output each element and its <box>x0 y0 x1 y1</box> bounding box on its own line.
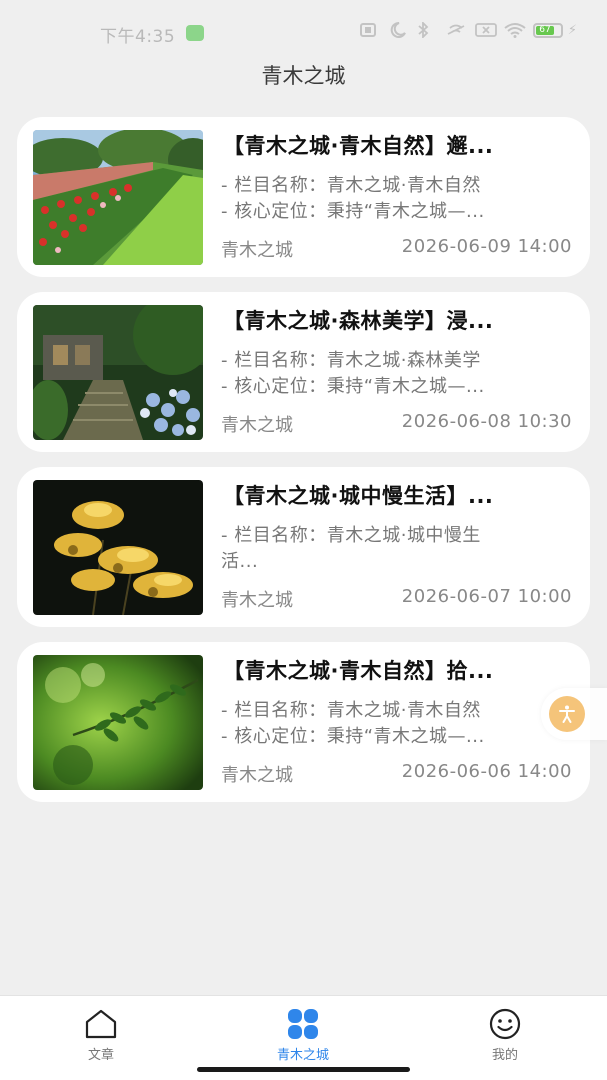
article-summary: - 栏目名称：青木之城·森林美学 - 核心定位：秉持“青木之城—... <box>221 348 561 400</box>
app-screen: 下午4:35 67 ⚡ 青木之城 【青木之城·青木自然】邂... - 栏目名称：… <box>0 0 607 1080</box>
wechat-notification-icon <box>186 25 204 41</box>
tab-label: 我的 <box>491 1048 518 1063</box>
summary-line: - 栏目名称：青木之城·城中慢生 <box>221 525 481 546</box>
smiley-icon <box>489 1008 521 1040</box>
accessibility-icon <box>559 705 575 723</box>
article-date: 2026-06-09 14:00 <box>401 236 572 257</box>
nfc-icon <box>359 22 377 38</box>
accessibility-button[interactable] <box>549 696 585 732</box>
article-date: 2026-06-08 10:30 <box>401 411 572 432</box>
article-thumbnail-garden <box>33 130 203 265</box>
summary-line: - 栏目名称：青木之城·青木自然 <box>221 700 481 721</box>
mute-icon <box>446 22 465 38</box>
article-thumbnail-green-leaves <box>33 655 203 790</box>
summary-line: - 核心定位：秉持“青木之城—... <box>221 201 485 222</box>
article-thumbnail-chrysanthemum <box>33 480 203 615</box>
summary-line: - 栏目名称：青木之城·森林美学 <box>221 350 481 371</box>
article-date: 2026-06-07 10:00 <box>401 586 572 607</box>
article-source: 青木之城 <box>221 240 293 261</box>
article-list: 【青木之城·青木自然】邂... - 栏目名称：青木之城·青木自然 - 核心定位：… <box>17 117 590 817</box>
article-card[interactable]: 【青木之城·城中慢生活】... - 栏目名称：青木之城·城中慢生 活... 青木… <box>17 467 590 627</box>
article-card[interactable]: 【青木之城·森林美学】浸... - 栏目名称：青木之城·森林美学 - 核心定位：… <box>17 292 590 452</box>
summary-line: 活... <box>221 551 259 572</box>
summary-line: - 栏目名称：青木之城·青木自然 <box>221 175 481 196</box>
bluetooth-icon <box>417 22 435 38</box>
article-card[interactable]: 【青木之城·青木自然】拾... - 栏目名称：青木之城·青木自然 - 核心定位：… <box>17 642 590 802</box>
article-title: 【青木之城·青木自然】拾... <box>223 659 494 683</box>
charging-icon: ⚡ <box>567 22 577 38</box>
article-source: 青木之城 <box>221 590 293 611</box>
article-source: 青木之城 <box>221 415 293 436</box>
status-icons: 67 ⚡ <box>359 22 577 38</box>
article-title: 【青木之城·森林美学】浸... <box>223 309 494 333</box>
accessibility-float <box>541 688 607 740</box>
wifi-icon <box>504 22 526 38</box>
status-bar: 下午4:35 67 ⚡ <box>0 0 607 56</box>
article-thumbnail-forest-path <box>33 305 203 440</box>
article-card[interactable]: 【青木之城·青木自然】邂... - 栏目名称：青木之城·青木自然 - 核心定位：… <box>17 117 590 277</box>
page-title: 青木之城 <box>261 64 346 88</box>
article-date: 2026-06-06 14:00 <box>401 761 572 782</box>
tab-label: 文章 <box>87 1048 114 1063</box>
summary-line: - 核心定位：秉持“青木之城—... <box>221 726 485 747</box>
article-title: 【青木之城·城中慢生活】... <box>223 484 494 508</box>
article-summary: - 栏目名称：青木之城·青木自然 - 核心定位：秉持“青木之城—... <box>221 698 561 750</box>
tab-label: 青木之城 <box>276 1048 329 1063</box>
article-summary: - 栏目名称：青木之城·青木自然 - 核心定位：秉持“青木之城—... <box>221 173 561 225</box>
sim-x-icon <box>474 22 497 38</box>
article-summary: - 栏目名称：青木之城·城中慢生 活... <box>221 523 561 575</box>
clover-icon <box>288 1009 318 1039</box>
tab-articles[interactable]: 文章 <box>46 1008 156 1063</box>
home-icon <box>85 1009 117 1039</box>
article-title: 【青木之城·青木自然】邂... <box>223 134 494 158</box>
tab-mine[interactable]: 我的 <box>450 1008 560 1063</box>
home-indicator[interactable] <box>197 1067 410 1072</box>
status-time: 下午4:35 <box>100 27 176 47</box>
battery-level: 67 <box>535 25 555 35</box>
summary-line: - 核心定位：秉持“青木之城—... <box>221 376 485 397</box>
battery-icon: 67 <box>532 22 563 38</box>
article-source: 青木之城 <box>221 765 293 786</box>
moon-icon <box>388 22 406 38</box>
tab-city[interactable]: 青木之城 <box>248 1008 358 1063</box>
